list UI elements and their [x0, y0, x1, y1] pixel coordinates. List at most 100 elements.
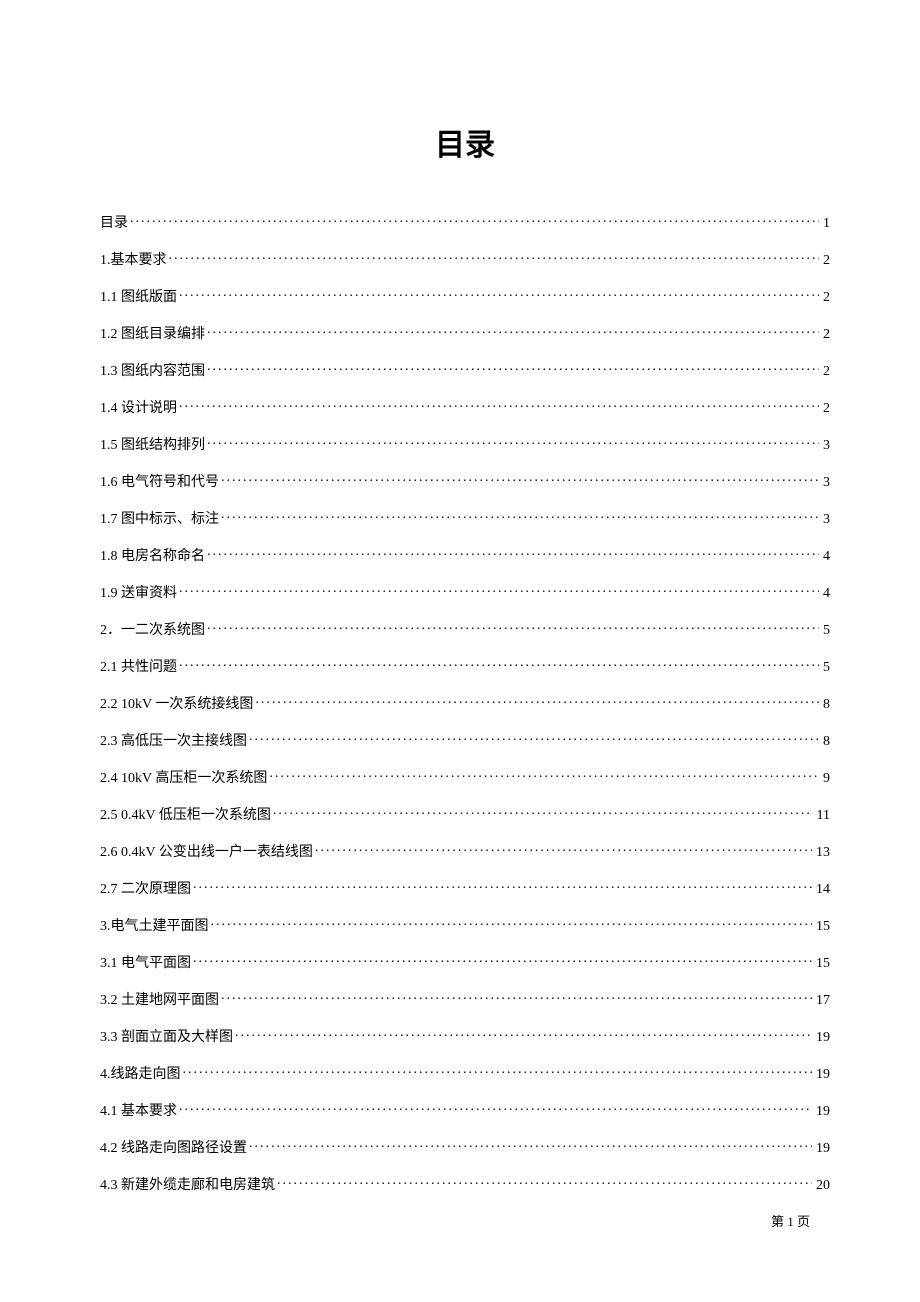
toc-label: 目录 [100, 212, 128, 232]
toc-label: 1.4 设计说明 [100, 397, 177, 417]
toc-label: 2.4 10kV 高压柜一次系统图 [100, 767, 267, 787]
toc-label: 1.3 图纸内容范围 [100, 360, 205, 380]
toc-page: 15 [814, 919, 830, 935]
toc-page: 1 [821, 216, 830, 232]
toc-dots [193, 953, 812, 967]
toc-label: 2.1 共性问题 [100, 656, 177, 676]
toc-page: 2 [821, 327, 830, 343]
toc-entry: 1.5 图纸结构排列 3 [100, 434, 830, 454]
toc-dots [221, 509, 819, 523]
toc-dots [179, 657, 819, 671]
toc-dots [193, 879, 812, 893]
toc-entry: 1.4 设计说明 2 [100, 397, 830, 417]
toc-dots [207, 435, 819, 449]
toc-entry: 1.9 送审资料 4 [100, 582, 830, 602]
toc-dots [221, 472, 819, 486]
toc-page: 9 [821, 771, 830, 787]
toc-dots [211, 916, 813, 930]
toc-label: 3.2 土建地网平面图 [100, 989, 219, 1009]
toc-label: 2.6 0.4kV 公变出线一户一表结线图 [100, 841, 313, 861]
toc-page: 13 [814, 845, 830, 861]
toc-page: 19 [814, 1030, 830, 1046]
toc-entry: 4.3 新建外缆走廊和电房建筑20 [100, 1174, 830, 1194]
toc-dots [235, 1027, 812, 1041]
toc-label: 3.1 电气平面图 [100, 952, 191, 972]
toc-entry: 目录 1 [100, 212, 830, 232]
toc-page: 8 [821, 697, 830, 713]
toc-label: 3.电气土建平面图 [100, 915, 209, 935]
toc-entry: 2.6 0.4kV 公变出线一户一表结线图 13 [100, 841, 830, 861]
toc-page: 19 [814, 1141, 830, 1157]
toc-entry: 1.3 图纸内容范围 2 [100, 360, 830, 380]
toc-entry: 4.1 基本要求 19 [100, 1100, 830, 1120]
toc-label: 4.线路走向图 [100, 1063, 181, 1083]
toc-dots [207, 361, 819, 375]
toc-dots [255, 694, 819, 708]
toc-dots [179, 287, 819, 301]
toc-label: 4.1 基本要求 [100, 1100, 177, 1120]
toc-label: 1.7 图中标示、标注 [100, 508, 219, 528]
toc-page: 3 [821, 475, 830, 491]
toc-entry: 1.基本要求 2 [100, 249, 830, 269]
toc-page: 2 [821, 290, 830, 306]
toc-label: 3.3 剖面立面及大样图 [100, 1026, 233, 1046]
toc-page: 2 [821, 401, 830, 417]
toc-entry: 3.电气土建平面图 15 [100, 915, 830, 935]
toc-label: 1.9 送审资料 [100, 582, 177, 602]
toc-label: 2．一二次系统图 [100, 619, 205, 639]
toc-label: 2.5 0.4kV 低压柜一次系统图 [100, 804, 271, 824]
toc-page: 11 [815, 808, 830, 824]
toc-dots [183, 1064, 813, 1078]
toc-dots [315, 842, 812, 856]
toc-entry: 3.2 土建地网平面图17 [100, 989, 830, 1009]
toc-entry: 2.5 0.4kV 低压柜一次系统图 11 [100, 804, 830, 824]
toc-page: 15 [814, 956, 830, 972]
toc-entry: 2.1 共性问题 5 [100, 656, 830, 676]
toc-dots [179, 1101, 812, 1115]
toc-page: 2 [821, 253, 830, 269]
toc-page: 4 [821, 549, 830, 565]
toc-page: 3 [821, 438, 830, 454]
toc-label: 1.5 图纸结构排列 [100, 434, 205, 454]
toc-dots [249, 1138, 812, 1152]
toc-page: 19 [814, 1067, 830, 1083]
toc-entry: 1.2 图纸目录编排2 [100, 323, 830, 343]
toc-entry: 1.6 电气符号和代号3 [100, 471, 830, 491]
toc-page: 20 [814, 1178, 830, 1194]
toc-entry: 2．一二次系统图 5 [100, 619, 830, 639]
toc-label: 2.7 二次原理图 [100, 878, 191, 898]
toc-entry: 2.7 二次原理图 14 [100, 878, 830, 898]
toc-page: 14 [814, 882, 830, 898]
toc-label: 2.3 高低压一次主接线图 [100, 730, 247, 750]
toc-label: 1.1 图纸版面 [100, 286, 177, 306]
toc-dots [207, 324, 819, 338]
toc-page: 4 [821, 586, 830, 602]
toc-page: 8 [821, 734, 830, 750]
toc-entry: 1.1 图纸版面 2 [100, 286, 830, 306]
toc-dots [207, 620, 819, 634]
toc-dots [221, 990, 812, 1004]
toc-label: 2.2 10kV 一次系统接线图 [100, 693, 253, 713]
toc-dots [169, 250, 820, 264]
page-title: 目录 [100, 120, 830, 164]
toc-entry: 4.线路走向图 19 [100, 1063, 830, 1083]
toc-dots [179, 583, 819, 597]
toc-page: 3 [821, 512, 830, 528]
toc-dots [179, 398, 819, 412]
toc-label: 1.8 电房名称命名 [100, 545, 205, 565]
toc-entry: 3.1 电气平面图 15 [100, 952, 830, 972]
toc-entry: 4.2 线路走向图路径设置 19 [100, 1137, 830, 1157]
toc-entry: 2.2 10kV 一次系统接线图 8 [100, 693, 830, 713]
toc-page: 5 [821, 660, 830, 676]
toc-dots [130, 213, 819, 227]
table-of-contents: 目录 1 1.基本要求 2 1.1 图纸版面 2 1.2 图纸目录编排2 1.3 图纸… [100, 212, 830, 1194]
toc-entry: 1.8 电房名称命名 4 [100, 545, 830, 565]
toc-label: 4.2 线路走向图路径设置 [100, 1137, 247, 1157]
toc-page: 5 [821, 623, 830, 639]
toc-page: 19 [814, 1104, 830, 1120]
toc-page: 2 [821, 364, 830, 380]
toc-label: 1.基本要求 [100, 249, 167, 269]
toc-dots [249, 731, 819, 745]
page-number-footer: 第 1 页 [771, 1211, 810, 1230]
toc-entry: 2.3 高低压一次主接线图 8 [100, 730, 830, 750]
